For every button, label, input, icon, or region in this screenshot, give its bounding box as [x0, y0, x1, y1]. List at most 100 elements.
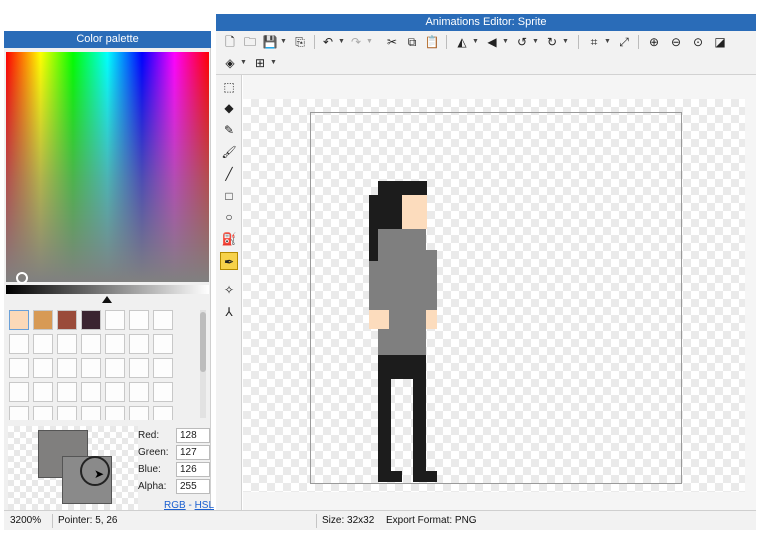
flip-h-dropdown-icon[interactable]: ▼	[472, 33, 479, 51]
open-folder-icon[interactable]: 🗀	[242, 33, 258, 51]
export-icon[interactable]: ⎘	[292, 33, 308, 51]
empty-swatch[interactable]	[57, 382, 77, 402]
empty-swatch[interactable]	[81, 382, 101, 402]
zoom-in-icon[interactable]: ⊕	[646, 33, 662, 51]
empty-swatch[interactable]	[105, 334, 125, 354]
eraser-tool-icon[interactable]: ◆	[220, 99, 238, 117]
empty-swatch[interactable]	[153, 310, 173, 330]
sprite-hair-top	[378, 181, 427, 195]
empty-swatch[interactable]	[57, 334, 77, 354]
resize-icon[interactable]: ⤢	[616, 33, 632, 51]
zoom-out-icon[interactable]: ⊖	[668, 33, 684, 51]
empty-swatch[interactable]	[105, 310, 125, 330]
grid-icon[interactable]: ⊞	[252, 54, 268, 72]
new-file-icon[interactable]: 🗋	[222, 33, 238, 51]
empty-swatch[interactable]	[33, 406, 53, 420]
layers-dropdown-icon[interactable]: ▼	[240, 54, 247, 72]
empty-swatch[interactable]	[153, 358, 173, 378]
color-swatch[interactable]	[81, 310, 101, 330]
blue-input[interactable]: 126	[176, 462, 210, 477]
empty-swatch[interactable]	[57, 406, 77, 420]
save-icon[interactable]: 💾	[262, 33, 278, 51]
color-swatch[interactable]	[33, 310, 53, 330]
color-spectrum[interactable]	[6, 52, 209, 282]
copy-icon[interactable]: ⧉	[404, 33, 420, 51]
flip-v-dropdown-icon[interactable]: ▼	[502, 33, 509, 51]
empty-swatch[interactable]	[153, 334, 173, 354]
sprite-foot-left	[378, 471, 402, 482]
flip-vertical-icon[interactable]: ◀	[484, 33, 500, 51]
path-tool-icon[interactable]: ⅄	[220, 303, 238, 321]
empty-swatch[interactable]	[9, 406, 29, 420]
crop-icon[interactable]: ⌗	[586, 33, 602, 51]
empty-swatch[interactable]	[153, 406, 173, 420]
redo-icon[interactable]: ↷	[348, 33, 364, 51]
empty-swatch[interactable]	[129, 334, 149, 354]
empty-swatch[interactable]	[105, 382, 125, 402]
grid-dropdown-icon[interactable]: ▼	[270, 54, 277, 72]
redo-dropdown-icon[interactable]: ▼	[366, 33, 373, 51]
undo-dropdown-icon[interactable]: ▼	[338, 33, 345, 51]
empty-swatch[interactable]	[33, 334, 53, 354]
alpha-label: Alpha:	[138, 481, 167, 492]
crop-dropdown-icon[interactable]: ▼	[604, 33, 611, 51]
empty-swatch[interactable]	[129, 358, 149, 378]
flip-horizontal-icon[interactable]: ◭	[454, 33, 470, 51]
rotate-right-icon[interactable]: ↻	[544, 33, 560, 51]
rotate-left-icon[interactable]: ↺	[514, 33, 530, 51]
empty-swatch[interactable]	[57, 358, 77, 378]
rotate-left-dropdown-icon[interactable]: ▼	[532, 33, 539, 51]
red-label: Red:	[138, 430, 160, 441]
empty-swatch[interactable]	[81, 358, 101, 378]
move-point-tool-icon[interactable]: ✧	[220, 281, 238, 299]
paste-icon[interactable]: 📋	[424, 33, 440, 51]
layers-icon[interactable]: ◈	[222, 54, 238, 72]
empty-swatch[interactable]	[105, 406, 125, 420]
empty-swatch[interactable]	[9, 358, 29, 378]
sprite-shirt	[378, 229, 426, 355]
empty-swatch[interactable]	[9, 382, 29, 402]
brightness-pointer-icon[interactable]	[102, 296, 112, 303]
empty-swatch[interactable]	[81, 406, 101, 420]
color-swatch[interactable]	[57, 310, 77, 330]
rotate-right-dropdown-icon[interactable]: ▼	[562, 33, 569, 51]
empty-swatch[interactable]	[33, 358, 53, 378]
empty-swatch[interactable]	[129, 310, 149, 330]
sprite-leg-left	[378, 379, 391, 471]
invert-icon[interactable]: ◪	[712, 33, 728, 51]
brightness-slider[interactable]	[6, 285, 209, 294]
eyedropper-tool-icon[interactable]: ✒	[220, 252, 238, 270]
rectangle-tool-icon[interactable]: □	[220, 187, 238, 205]
sprite-leg-right	[413, 379, 426, 471]
brush-tool-icon[interactable]: 🖌	[220, 143, 238, 161]
toolbar-divider	[578, 35, 579, 49]
empty-swatch[interactable]	[129, 406, 149, 420]
empty-swatch[interactable]	[129, 382, 149, 402]
color-palette-panel: ➤ Red: 128 Green: 127 Blue: 126 Alpha: 2…	[4, 48, 214, 511]
alpha-input[interactable]: 255	[176, 479, 210, 494]
empty-swatch[interactable]	[9, 334, 29, 354]
spectrum-marker-handle[interactable]	[16, 272, 28, 284]
window-title: Animations Editor: Sprite	[216, 14, 756, 31]
green-input[interactable]: 127	[176, 445, 210, 460]
red-input[interactable]: 128	[176, 428, 210, 443]
cut-icon[interactable]: ✂	[384, 33, 400, 51]
fill-tool-icon[interactable]: ⛽	[220, 230, 238, 248]
empty-swatch[interactable]	[81, 334, 101, 354]
swatch-scrollbar-thumb[interactable]	[200, 312, 206, 372]
app-root: Animations Editor: Sprite Color palette …	[0, 0, 763, 541]
empty-swatch[interactable]	[105, 358, 125, 378]
zoom-fit-icon[interactable]: ⊙	[690, 33, 706, 51]
undo-icon[interactable]: ↶	[320, 33, 336, 51]
empty-swatch[interactable]	[153, 382, 173, 402]
green-row: Green: 127	[138, 445, 210, 461]
zoom-level: 3200%	[10, 515, 42, 526]
toolbar-divider	[446, 35, 447, 49]
ellipse-tool-icon[interactable]: ○	[220, 208, 238, 226]
pencil-tool-icon[interactable]: ✎	[220, 121, 238, 139]
select-tool-icon[interactable]: ⬚	[220, 78, 238, 96]
save-dropdown-icon[interactable]: ▼	[280, 33, 287, 51]
color-swatch[interactable]	[9, 310, 29, 330]
empty-swatch[interactable]	[33, 382, 53, 402]
line-tool-icon[interactable]: ╱	[220, 165, 238, 183]
